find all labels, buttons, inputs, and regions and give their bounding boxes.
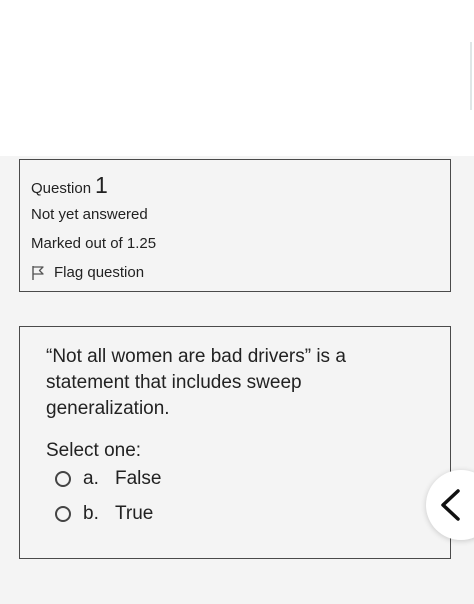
- question-heading: Question 1: [31, 172, 108, 199]
- question-info-panel: Question 1 Not yet answered Marked out of…: [19, 159, 451, 292]
- select-prompt: Select one:: [46, 440, 142, 461]
- question-label: Question: [31, 180, 92, 197]
- flag-question-label: Flag question: [54, 264, 145, 281]
- option-letter: b.: [83, 503, 99, 524]
- option-letter: a.: [83, 468, 99, 489]
- flag-icon: [31, 265, 45, 281]
- radio-icon[interactable]: [55, 471, 71, 487]
- option-label: False: [115, 468, 162, 489]
- flag-question-link[interactable]: Flag question: [31, 264, 144, 281]
- question-content-panel: “Not all women are bad drivers” is a sta…: [19, 326, 451, 559]
- chevron-left-icon: [441, 489, 460, 521]
- radio-icon[interactable]: [55, 506, 71, 522]
- answer-status: Not yet answered: [31, 206, 148, 223]
- question-marks: Marked out of 1.25: [31, 235, 157, 252]
- answer-option-a[interactable]: a. False: [55, 468, 161, 490]
- question-number: 1: [95, 172, 108, 198]
- edge-divider: [470, 42, 472, 110]
- top-blank-area: [0, 0, 474, 156]
- answer-option-b[interactable]: b. True: [55, 503, 153, 525]
- option-label: True: [115, 503, 154, 524]
- question-text: “Not all women are bad drivers” is a sta…: [46, 346, 346, 419]
